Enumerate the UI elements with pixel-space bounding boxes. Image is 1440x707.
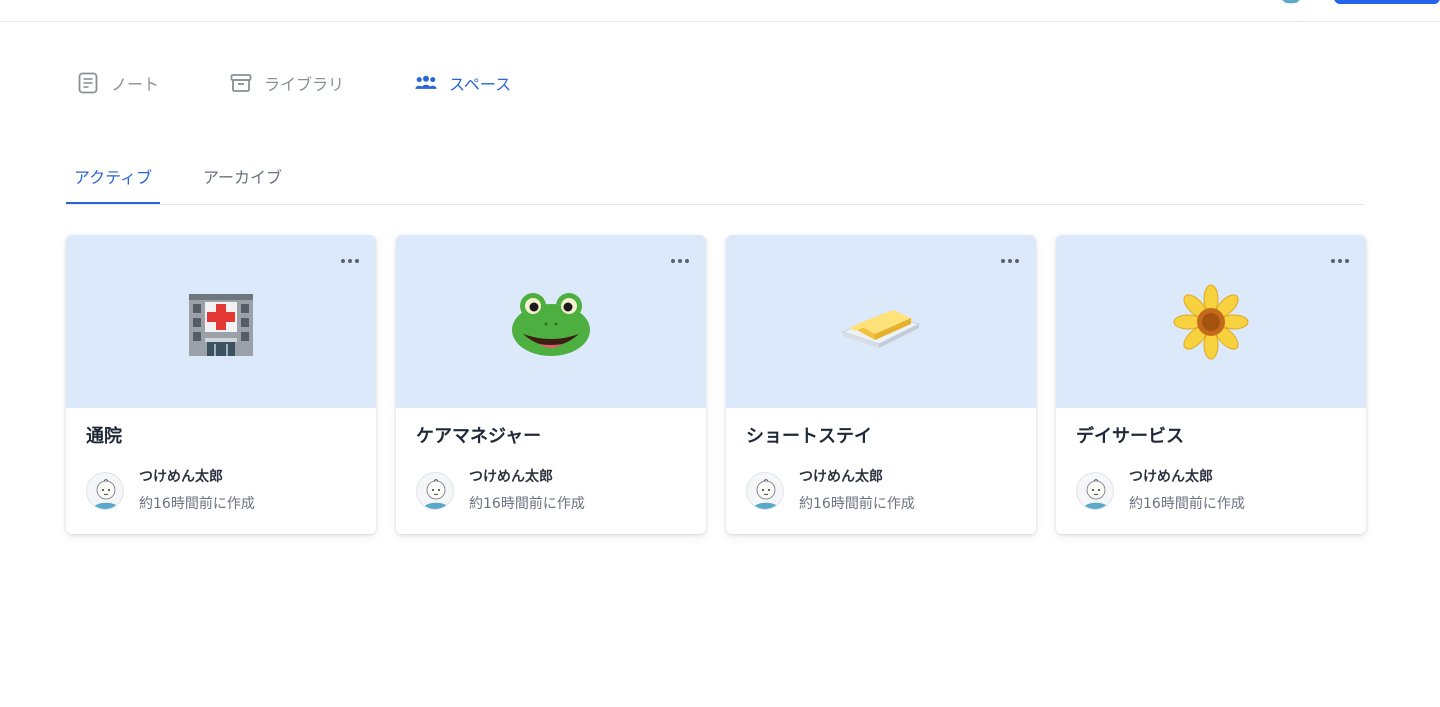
nav-item-notes[interactable]: ノート [77,70,230,96]
nav-item-spaces-label: スペース [449,75,512,94]
more-options-icon[interactable] [1328,253,1352,269]
space-status-tabs: アクティブ アーカイブ [66,150,1364,205]
space-card[interactable]: デイサービス つけめん太郎 約16時間前に作成 [1056,235,1366,534]
more-options-icon[interactable] [338,253,362,269]
card-title: 通院 [86,426,122,447]
author-name: つけめん太郎 [799,469,883,485]
archive-box-icon [230,72,252,94]
author-name: つけめん太郎 [1129,469,1213,485]
document-icon [77,72,99,94]
sunflower-icon [1165,276,1257,368]
card-body: 通院 つけめん太郎 約16時間前に作成 [66,408,376,534]
user-avatar[interactable] [1276,0,1306,4]
header-action-button[interactable] [1334,0,1440,4]
more-options-icon[interactable] [998,253,1022,269]
card-banner [396,235,706,408]
more-options-icon[interactable] [668,253,692,269]
card-title: デイサービス [1076,426,1184,447]
space-card[interactable]: ケアマネジャー つけめん太郎 約16時間前に作成 [396,235,706,534]
space-card-grid: 通院 つけめん太郎 約16時間前に作成 ケアマネジャー つけめん太郎 約16時間… [66,235,1366,534]
hospital-icon [175,276,267,368]
tab-active[interactable]: アクティブ [66,164,160,204]
created-time: 約16時間前に作成 [469,496,585,512]
card-banner [726,235,1036,408]
card-title: ショートステイ [746,426,872,447]
author-name: つけめん太郎 [139,469,223,485]
avatar [86,472,124,510]
main-navigation: ノート ライブラリ スペース [77,70,511,96]
card-banner [1056,235,1366,408]
card-body: ショートステイ つけめん太郎 約16時間前に作成 [726,408,1036,534]
nav-item-notes-label: ノート [111,75,160,94]
card-title: ケアマネジャー [416,426,542,447]
nav-item-library[interactable]: ライブラリ [230,70,415,96]
created-time: 約16時間前に作成 [139,496,255,512]
top-bar [0,0,1440,22]
card-banner [66,235,376,408]
card-body: デイサービス つけめん太郎 約16時間前に作成 [1056,408,1366,534]
nav-item-spaces[interactable]: スペース [415,70,511,96]
avatar [1076,472,1114,510]
tab-archive[interactable]: アーカイブ [203,164,282,204]
avatar [746,472,784,510]
created-time: 約16時間前に作成 [799,496,915,512]
created-time: 約16時間前に作成 [1129,496,1245,512]
card-body: ケアマネジャー つけめん太郎 約16時間前に作成 [396,408,706,534]
space-card[interactable]: ショートステイ つけめん太郎 約16時間前に作成 [726,235,1036,534]
butter-icon [835,276,927,368]
frog-icon [505,276,597,368]
space-card[interactable]: 通院 つけめん太郎 約16時間前に作成 [66,235,376,534]
avatar [416,472,454,510]
author-name: つけめん太郎 [469,469,553,485]
user-group-icon [415,72,437,94]
nav-item-library-label: ライブラリ [264,75,345,94]
